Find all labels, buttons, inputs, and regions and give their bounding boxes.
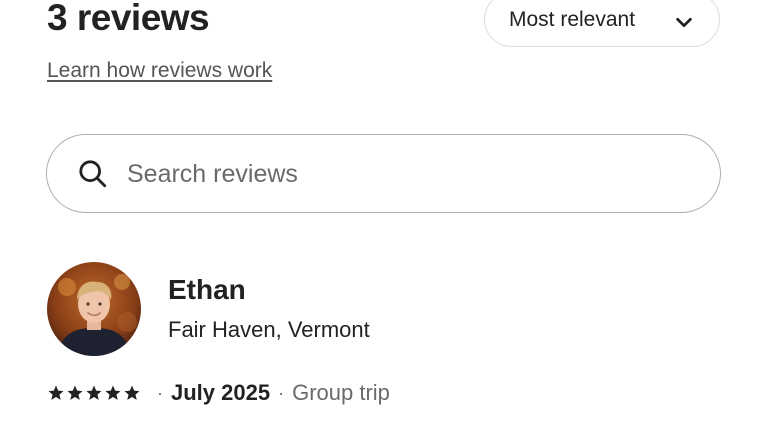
trip-type: Group trip: [292, 380, 390, 405]
reviewer-avatar[interactable]: [47, 262, 141, 356]
search-icon: [79, 160, 107, 188]
meta-separator: ·: [278, 382, 285, 403]
star-icon: [105, 385, 121, 400]
star-rating: [47, 384, 141, 402]
search-reviews-input[interactable]: [125, 153, 689, 195]
reviews-count-title: 3 reviews: [47, 0, 210, 38]
chevron-down-icon: [676, 17, 692, 28]
reviewer-avatar-image: [47, 262, 141, 356]
sort-dropdown-button[interactable]: Most relevant: [484, 0, 720, 47]
reviewer-location: Fair Haven, Vermont: [168, 317, 370, 342]
search-reviews-field[interactable]: [46, 134, 721, 213]
review-meta: · July 2025 · Group trip: [47, 380, 390, 406]
learn-how-reviews-work-link[interactable]: Learn how reviews work: [47, 59, 272, 83]
meta-separator: ·: [157, 382, 163, 403]
star-icon: [124, 385, 140, 400]
star-icon: [67, 385, 83, 400]
reviewer-name: Ethan: [168, 274, 246, 305]
star-icon: [48, 385, 64, 400]
review-date: July 2025: [171, 380, 271, 405]
star-icon: [86, 385, 102, 400]
sort-label: Most relevant: [509, 7, 636, 31]
